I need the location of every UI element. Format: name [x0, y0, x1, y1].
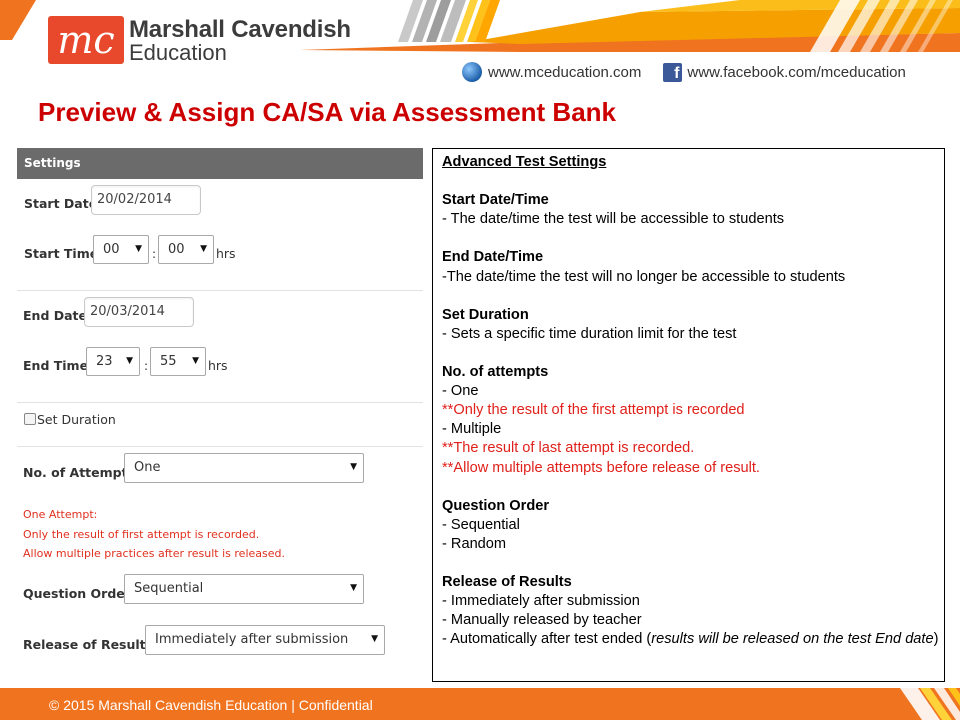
end-minute-value: 55 — [160, 354, 177, 369]
contact-bar: www.mceducation.com f www.facebook.com/m… — [462, 62, 906, 82]
release-immediate: - Immediately after submission — [442, 593, 640, 610]
question-order-select[interactable]: Sequential ▼ — [124, 574, 364, 604]
attempts-one-note: **Only the result of the first attempt i… — [442, 402, 745, 419]
attempt-note: One Attempt: — [23, 508, 98, 521]
brand-name: Marshall Cavendish — [129, 16, 351, 43]
svg-text:mc: mc — [57, 18, 114, 62]
order-random: - Random — [442, 535, 507, 552]
end-hour-value: 23 — [96, 354, 113, 369]
start-time-label: Start Time: — [24, 246, 104, 261]
website-link[interactable]: www.mceducation.com — [462, 62, 641, 82]
dropdown-arrow-icon: ▼ — [200, 244, 207, 254]
globe-icon — [462, 62, 482, 82]
hrs-label: hrs — [216, 246, 236, 261]
facebook-link[interactable]: f www.facebook.com/mceducation — [663, 62, 906, 82]
time-colon: : — [144, 359, 149, 373]
end-date-input[interactable]: 20/03/2014 — [84, 297, 194, 327]
attempts-multi-note: **Allow multiple attempts before release… — [442, 459, 760, 476]
start-heading: Start Date/Time — [442, 192, 549, 209]
slide-header: mc Marshall Cavendish Education www.mced… — [0, 0, 960, 95]
dropdown-arrow-icon: ▼ — [126, 356, 133, 366]
mc-logo-mark: mc — [57, 18, 114, 62]
start-minute-select[interactable]: 00 ▼ — [158, 235, 214, 264]
end-time-label: End Time: — [23, 358, 94, 373]
release-auto: - Automatically after test ended (result… — [442, 631, 939, 648]
brand-sub: Education — [129, 40, 227, 65]
mc-logo: mc — [48, 16, 124, 64]
dropdown-arrow-icon: ▼ — [371, 634, 378, 644]
slide-title: Preview & Assign CA/SA via Assessment Ba… — [38, 97, 617, 127]
settings-header: Settings — [17, 148, 423, 179]
end-hour-select[interactable]: 23 ▼ — [86, 347, 140, 376]
website-text: www.mceducation.com — [488, 63, 642, 81]
start-date-input[interactable]: 20/02/2014 — [91, 185, 201, 215]
attempts-one: - One — [442, 383, 479, 400]
info-panel: Advanced Test Settings Start Date/Time -… — [432, 148, 945, 682]
release-value: Immediately after submission — [155, 632, 349, 647]
release-manual: - Manually released by teacher — [442, 612, 642, 629]
attempts-heading: No. of attempts — [442, 364, 549, 381]
time-colon: : — [152, 247, 157, 261]
brand-wordmark: Marshall Cavendish Education — [129, 18, 351, 64]
question-order-label: Question Order: — [23, 586, 136, 601]
start-minute-value: 00 — [168, 242, 185, 257]
duration-heading: Set Duration — [442, 306, 529, 323]
dropdown-arrow-icon: ▼ — [350, 462, 357, 472]
attempt-note: Only the result of first attempt is reco… — [23, 528, 260, 541]
set-duration-label: Set Duration — [37, 412, 116, 427]
release-label: Release of Results: — [23, 637, 159, 652]
start-hour-select[interactable]: 00 ▼ — [93, 235, 149, 264]
attempts-value: One — [134, 460, 161, 475]
start-desc: - The date/time the test will be accessi… — [442, 211, 785, 228]
order-sequential: - Sequential — [442, 516, 520, 533]
duration-desc: - Sets a specific time duration limit fo… — [442, 325, 737, 342]
footer-copyright: © 2015 Marshall Cavendish Education | Co… — [49, 697, 373, 713]
end-date-label: End Date: — [23, 308, 93, 323]
end-desc: -The date/time the test will no longer b… — [442, 268, 846, 285]
release-heading: Release of Results — [442, 574, 572, 591]
order-heading: Question Order — [442, 497, 550, 514]
release-select[interactable]: Immediately after submission ▼ — [145, 625, 385, 655]
facebook-text: www.facebook.com/mceducation — [687, 63, 906, 81]
hrs-label: hrs — [208, 358, 228, 373]
dropdown-arrow-icon: ▼ — [135, 244, 142, 254]
duration-section: Set Duration — [17, 403, 423, 447]
slide-footer: © 2015 Marshall Cavendish Education | Co… — [0, 688, 960, 720]
start-hour-value: 00 — [103, 242, 120, 257]
settings-panel: Settings Start Date: 20/02/2014 Start Ti… — [17, 148, 423, 668]
dropdown-arrow-icon: ▼ — [192, 356, 199, 366]
set-duration-checkbox[interactable] — [24, 413, 36, 425]
start-section: Start Date: 20/02/2014 Start Time: 00 ▼ … — [17, 179, 423, 291]
attempts-multiple: - Multiple — [442, 421, 502, 438]
attempts-select[interactable]: One ▼ — [124, 453, 364, 483]
dropdown-arrow-icon: ▼ — [350, 583, 357, 593]
end-heading: End Date/Time — [442, 249, 544, 266]
end-section: End Date: 20/03/2014 End Time: 23 ▼ : 55… — [17, 291, 423, 403]
question-order-value: Sequential — [134, 581, 204, 596]
attempt-note: Allow multiple practices after result is… — [23, 547, 285, 560]
facebook-icon: f — [663, 62, 683, 82]
info-title: Advanced Test Settings — [442, 154, 607, 170]
end-minute-select[interactable]: 55 ▼ — [150, 347, 206, 376]
attempts-label: No. of Attempts: — [23, 465, 141, 480]
attempts-multi-note: **The result of last attempt is recorded… — [442, 440, 695, 457]
